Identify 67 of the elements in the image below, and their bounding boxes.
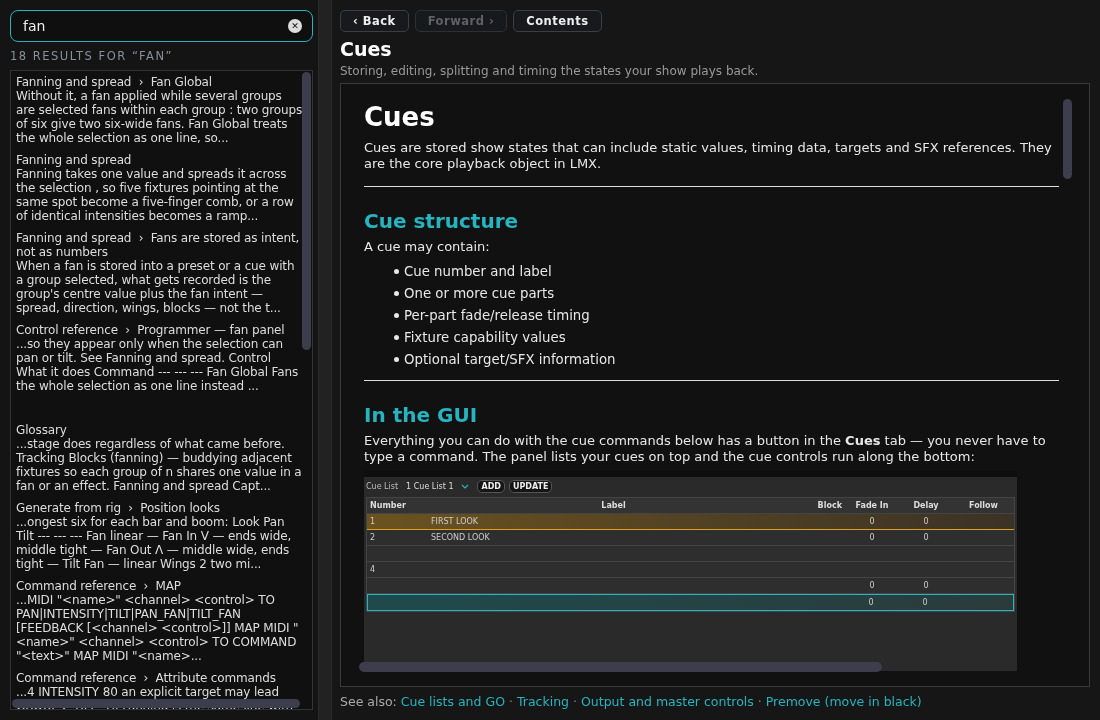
separator: · [757,694,762,709]
see-also-link[interactable]: Cue lists and GO [400,694,505,709]
page-title: Cues [340,38,393,60]
column-header: Number [369,501,407,510]
page-subtitle: Storing, editing, splitting and timing the states your show plays back. [340,64,760,78]
result-title[interactable]: Command reference › MAP [16,579,302,593]
nav-button[interactable]: Contents [513,10,602,32]
bullet-icon [394,356,399,362]
see-also-label: See also: [340,694,397,709]
table-row[interactable]: 2 SECOND LOOK 0 0 [367,530,1014,546]
column-header: Follow [968,501,999,510]
result-title[interactable]: Glossary [16,423,302,437]
bullet-icon [394,312,399,318]
result-title[interactable]: Fanning and spread [16,153,302,167]
separator: · [509,694,513,709]
table-row[interactable]: 4 [367,562,1014,578]
see-also-link[interactable]: Premove (move in black) [765,694,922,709]
toolbar-button[interactable]: ADD [477,480,505,493]
search-field[interactable]: fan ✕ [10,10,313,42]
result-title[interactable]: Command reference › Attribute commands [16,671,302,685]
see-also-link[interactable]: Output and master controls [581,694,754,709]
article-heading: Cues [364,102,436,132]
toolbar-button[interactable]: UPDATE [508,480,553,493]
table-row[interactable] [367,546,1014,562]
scrollbar-thumb[interactable] [12,699,300,708]
list-item: One or more cue parts [404,285,555,301]
column-header: Block [816,501,843,510]
cue-list-label: Cue List [366,482,399,491]
table-row[interactable]: 1 FIRST LOOK 0 0 [367,514,1014,530]
result-snippet: ...MIDI "<name>" <channel> <control> TO PAN|INTENSITY|TILT|PAN_FAN|TILT_FAN [FEEDBACK [<channel> <control>]] MAP MIDI "<name>" <channel> <control> TO COMMAND "<text>" MAP MIDI "<name>... [16,593,300,663]
list-item: Fixture capability values [404,329,566,345]
scrollbar-thumb[interactable] [1063,99,1072,179]
section-heading: Cue structure [364,209,520,233]
paragraph: Everything you can do with the cue commands below has a button in the Cues tab — you never have to type a command. The panel lists your cues on top and the cue controls run along the bottom: [364,433,1047,465]
scrollbar-thumb[interactable] [359,662,882,672]
result-snippet: ...so they appear only when the selection can pan or tilt. See Fanning and spread. Control What it does Command --- --- --- Fan Global Fans the whole selection as one line instead ... [16,337,299,393]
result-title[interactable]: Generate from rig › Position looks [16,501,302,515]
result-snippet: ...stage does regardless of what came before. Tracking Blocks (fanning) — buddying adjacent fixtures so each group of n shares one value in a fan or an effect. Fanning and spread Capt... [16,437,302,493]
result-snippet: ...ongest six for each bar and boom: Look Pan Tilt --- --- --- Fan linear — Fan In V — ends wide, middle tight — Fan Out Λ — middle wide, ends tight — Tilt Fan — linear Wings 2 two mi... [16,515,293,571]
bullet-icon [394,268,399,274]
scrollbar-thumb[interactable] [302,72,311,350]
bullet-icon [394,334,399,340]
table-row[interactable]: 0 0 [367,594,1014,611]
paragraph: Cues are stored show states that can include static values, timing data, targets and SFX references. They are the core playback object in LMX. [364,140,1053,172]
list-item: Cue number and label [404,263,552,279]
see-also-link[interactable]: Tracking [516,694,569,709]
clear-icon[interactable]: ✕ [288,19,302,33]
table-row[interactable]: 0 0 [367,578,1014,594]
chevron-icon [461,483,470,490]
list-item: Per-part fade/release timing [404,307,590,323]
result-title[interactable]: Fanning and spread › Fan Global [16,75,302,89]
result-snippet: Fanning takes one value and spreads it across the selection , so five fixtures pointing at the same spot become a five-finger comb, or a row of identical intensities becomes a ramp... [16,167,295,223]
column-header: Label [600,501,627,510]
result-snippet: When a fan is stored into a preset or a cue with a group selected, what gets recorded is the group's centre value plus the fan intent — spread, direction, wings, blocks — not the t... [16,259,296,315]
paragraph: A cue may contain: [364,239,491,255]
results-count: 18 RESULTS FOR “FAN” [10,49,174,63]
column-header: Delay [912,501,940,510]
result-snippet: Without it, a fan applied while several groups are selected fans within each group : two groups of six give two six-wide fans. Fan Global treats the whole selection as one line, so... [16,89,302,145]
nav-button[interactable]: ‹ Back [340,10,409,32]
bullet-icon [394,290,399,296]
separator: · [573,694,577,709]
result-title[interactable]: Control reference › Programmer — fan panel [16,323,302,337]
section-heading: In the GUI [364,403,479,427]
result-title[interactable]: Fanning and spread › Fans are stored as intent, not as numbers [16,231,302,259]
list-item: Optional target/SFX information [404,351,616,367]
cue-list-dropdown[interactable]: 1 Cue List 1 [406,482,454,491]
column-header: Fade In [854,501,890,510]
